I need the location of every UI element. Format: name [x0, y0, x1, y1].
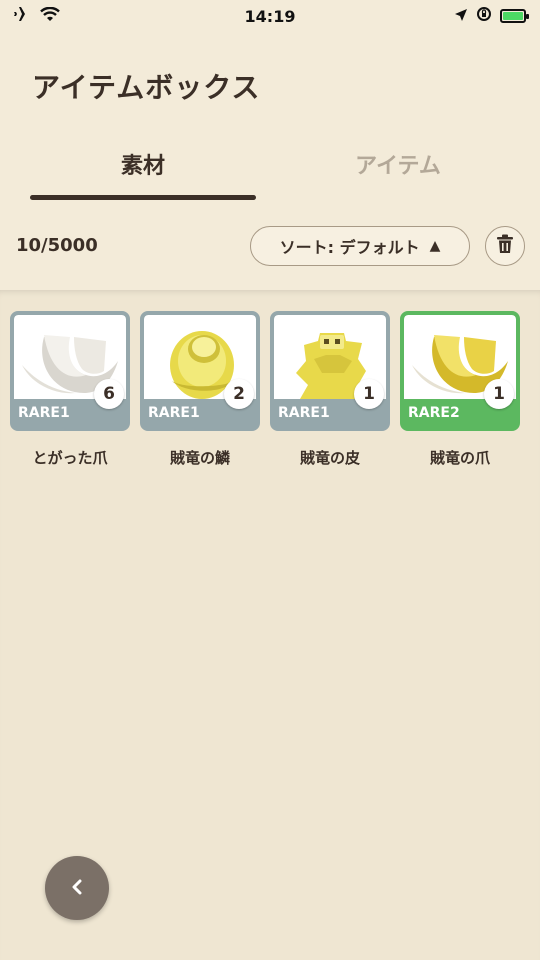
- battery-charging-icon: [500, 9, 529, 23]
- trash-button[interactable]: [485, 226, 525, 266]
- quantity-badge: 1: [484, 379, 514, 409]
- status-bar: 14:19: [0, 0, 540, 32]
- tab-materials-label: 素材: [120, 154, 165, 179]
- item-slot[interactable]: 6 RARE1 とがった爪: [10, 311, 130, 468]
- quantity-badge: 2: [224, 379, 254, 409]
- item-grid: 6 RARE1 とがった爪 2 RARE1 賊竜の鱗 1 RARE1 賊竜の皮 …: [10, 311, 520, 468]
- back-button[interactable]: [45, 856, 109, 920]
- airplane-icon: [14, 6, 32, 26]
- rarity-label: RARE1: [18, 405, 70, 421]
- sort-button[interactable]: ソート: デフォルト ▲: [250, 226, 470, 266]
- location-arrow-icon: [454, 7, 468, 26]
- sort-direction-icon: ▲: [429, 238, 441, 254]
- rarity-label: RARE1: [278, 405, 330, 421]
- active-tab-indicator: [30, 195, 256, 200]
- tab-materials[interactable]: 素材: [30, 140, 256, 200]
- rotation-lock-icon: [476, 6, 492, 26]
- item-name: 賊竜の爪: [429, 449, 490, 467]
- item-name: 賊竜の皮: [299, 449, 360, 467]
- trash-icon: [496, 234, 514, 258]
- item-name: 賊竜の鱗: [169, 449, 230, 467]
- tab-items-label: アイテム: [355, 154, 441, 179]
- wifi-icon: [40, 6, 60, 26]
- tab-items[interactable]: アイテム: [285, 140, 511, 200]
- tab-bar: 素材 アイテム: [0, 140, 540, 200]
- item-card: 2 RARE1: [140, 311, 260, 431]
- item-slot[interactable]: 1 RARE2 賊竜の爪: [400, 311, 520, 468]
- rarity-label: RARE2: [408, 405, 460, 421]
- inventory-count: 10/5000: [16, 235, 98, 256]
- sort-label: ソート: デフォルト: [279, 238, 420, 257]
- rarity-label: RARE1: [148, 405, 200, 421]
- quantity-badge: 6: [94, 379, 124, 409]
- item-card: 1 RARE1: [270, 311, 390, 431]
- item-name: とがった爪: [32, 449, 108, 467]
- quantity-badge: 1: [354, 379, 384, 409]
- item-slot[interactable]: 2 RARE1 賊竜の鱗: [140, 311, 260, 468]
- item-slot[interactable]: 1 RARE1 賊竜の皮: [270, 311, 390, 468]
- item-card: 1 RARE2: [400, 311, 520, 431]
- item-card: 6 RARE1: [10, 311, 130, 431]
- page-title: アイテムボックス: [32, 71, 261, 104]
- chevron-left-icon: [70, 874, 84, 902]
